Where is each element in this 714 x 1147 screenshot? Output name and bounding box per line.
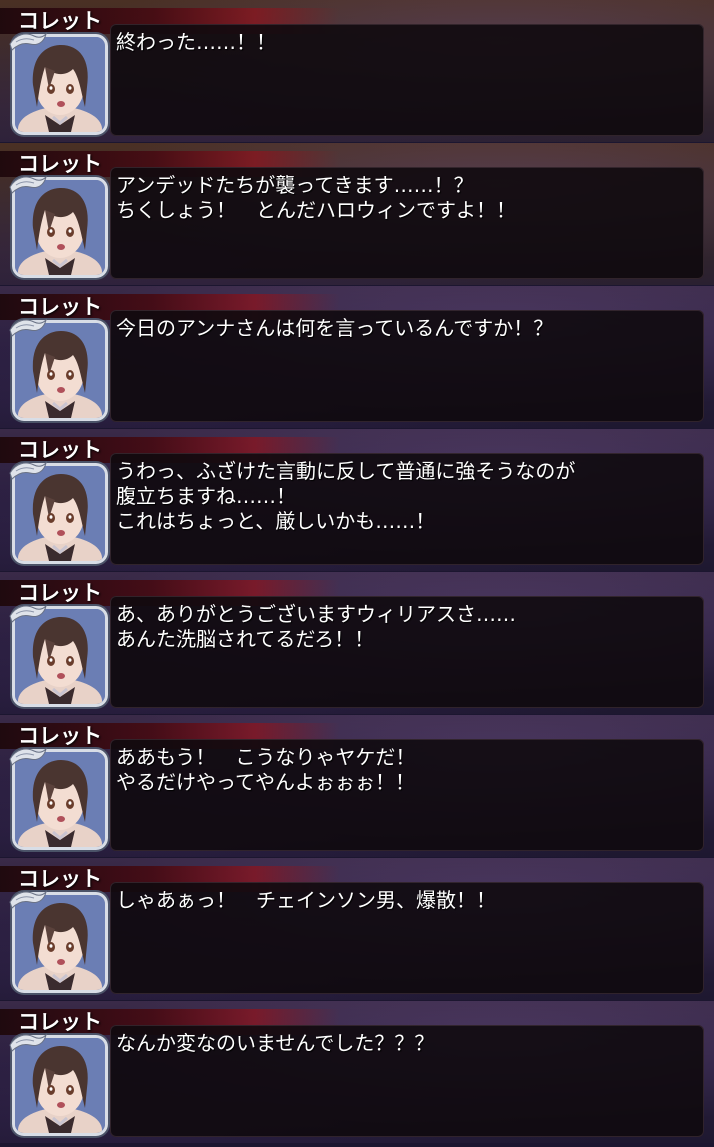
- message-text: しゃあぁっ！ チェインソン男、爆散！！: [116, 888, 496, 912]
- dialog-panel: コレット なんか変なのいませんでした？？？: [0, 1001, 714, 1143]
- silver-ribbon-icon: [9, 32, 47, 51]
- dialog-panel: コレット ああもう！ こうなりゃヤケだ！ やるだけやってやんよぉぉぉ！！: [0, 715, 714, 857]
- silver-ribbon-icon: [9, 318, 47, 337]
- dialog-panel: コレット 終わった……！！: [0, 0, 714, 142]
- message-text: 今日のアンナさんは何を言っているんですか！？: [116, 316, 554, 340]
- message-text: アンデッドたちが襲ってきます……！？ ちくしょう！ とんだハロウィンですよ！！: [116, 173, 516, 222]
- silver-ribbon-icon: [9, 890, 47, 909]
- dialog-panel: コレット うわっ、ふざけた言動に反して普通に強そうなのが 腹立ちますね……！ こ…: [0, 429, 714, 571]
- silver-ribbon-icon: [9, 461, 47, 480]
- dialog-panel: コレット 今日のアンナさんは何を言っているんですか！？: [0, 286, 714, 428]
- message-text: なんか変なのいませんでした？？？: [116, 1031, 435, 1055]
- silver-ribbon-icon: [9, 747, 47, 766]
- message-text: あ、ありがとうございますウィリアスさ…… あんた洗脳されてるだろ！！: [116, 602, 516, 651]
- message-text: 終わった……！！: [116, 30, 276, 54]
- dialog-panel: コレット アンデッドたちが襲ってきます……！？ ちくしょう！ とんだハロウィンで…: [0, 143, 714, 285]
- silver-ribbon-icon: [9, 604, 47, 623]
- silver-ribbon-icon: [9, 1033, 47, 1052]
- message-text: ああもう！ こうなりゃヤケだ！ やるだけやってやんよぉぉぉ！！: [116, 745, 416, 794]
- dialog-panel: コレット あ、ありがとうございますウィリアスさ…… あんた洗脳されてるだろ！！: [0, 572, 714, 714]
- dialog-panel: コレット しゃあぁっ！ チェインソン男、爆散！！: [0, 858, 714, 1000]
- message-text: うわっ、ふざけた言動に反して普通に強そうなのが 腹立ちますね……！ これはちょっ…: [116, 459, 576, 533]
- silver-ribbon-icon: [9, 175, 47, 194]
